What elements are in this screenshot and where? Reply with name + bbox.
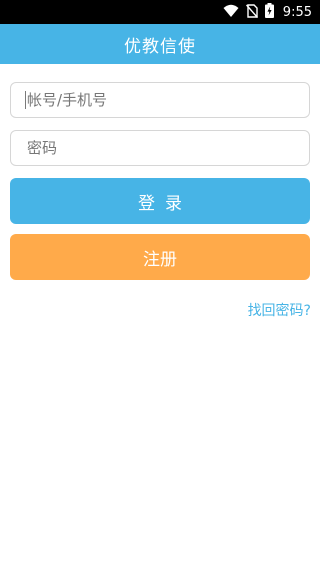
wifi-icon (223, 3, 239, 22)
title-bar: 优教信使 (0, 24, 320, 64)
status-time: 9:55 (282, 4, 312, 20)
page-title: 优教信使 (124, 36, 196, 57)
status-bar: 9:55 (0, 0, 320, 24)
register-button-label: 注册 (143, 249, 177, 270)
no-sim-icon (245, 3, 258, 22)
status-icons: 9:55 (223, 0, 312, 24)
login-button-label: 登录 (138, 193, 192, 214)
login-button[interactable]: 登录 (10, 178, 310, 224)
text-cursor (25, 91, 26, 109)
account-input[interactable] (10, 82, 310, 118)
battery-charging-icon (264, 2, 274, 22)
password-input[interactable] (10, 130, 310, 166)
forgot-password-link[interactable]: 找回密码? (248, 300, 311, 320)
register-button[interactable]: 注册 (10, 234, 310, 280)
